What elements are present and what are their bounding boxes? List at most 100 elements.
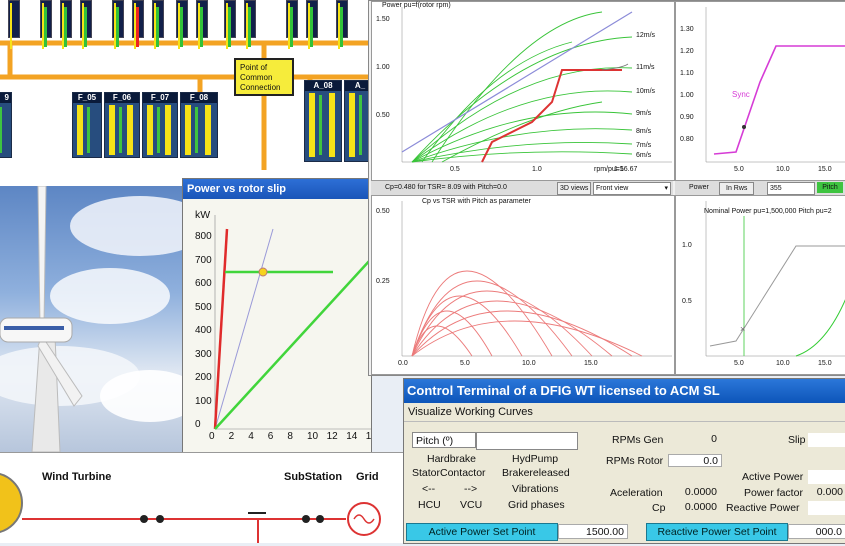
substation-label: SubStation [284,471,343,483]
x-tick-label: 5.0 [460,360,470,367]
x-tick-label: 10.0 [776,166,790,173]
y-tick-label: 0.5 [682,298,692,305]
acceleration-label: Aceleration [610,487,663,499]
wind-speed-label: 11m/s [636,64,655,71]
turbine-card[interactable] [196,0,208,49]
rpms-gen-value: 0 [711,433,717,445]
y-tick-label: 0.50 [376,208,390,215]
turbine-cluster-a08[interactable]: A_08 [304,80,342,162]
y-tick-label: 0.50 [376,112,390,119]
3d-views-button[interactable]: 3D views [557,182,592,195]
menu-visualize-working-curves[interactable]: Visualize Working Curves [404,403,845,422]
turbine-card[interactable] [224,0,236,49]
green-diagonal [214,258,371,430]
x-tick-label: 12 [326,431,338,442]
rpm-pu-footer: rpm/pu=16.67 [594,166,638,173]
rpms-rotor-value: 0.0 [668,454,722,467]
y-tick-label: 600 [195,278,212,289]
wind-speed-label: 7m/s [636,142,652,149]
power-factor-value: 0.000 [816,486,843,498]
pitch-toggle[interactable]: Pitch [817,182,843,193]
x-tick-label: 0 [209,431,215,442]
working-curves-window[interactable]: 12m/s 11m/s 10m/s 9m/s 8m/s 7m/s 6m/s 1.50 1.00… [368,0,845,376]
wind-turbine-label: Wind Turbine [42,471,112,483]
slip-window-title[interactable]: Power vs rotor slip [183,179,371,199]
rpms-gen-label: RPMs Gen [612,434,664,446]
x-tick-label: 6 [267,431,274,442]
turbine-card[interactable] [176,0,188,49]
turbine-cluster-a[interactable]: A_ [344,80,368,162]
wind-speed-label: 12m/s [636,32,656,39]
y-tick-label: 1.50 [376,16,390,23]
x-tick-label: 15.0 [584,360,598,367]
rpm-button[interactable]: In Rws [719,182,755,195]
turbine-card[interactable] [306,0,318,49]
control-terminal-window[interactable]: Control Terminal of a DFIG WT licensed t… [403,378,845,544]
vcu-button[interactable]: VCU [460,499,482,511]
nominal-power-title: Nominal Power pu=1,500,000 Pitch pu=2 [704,208,832,215]
turbine-card[interactable] [60,0,72,49]
turbine-cluster-f06[interactable]: F_06 [104,92,140,158]
speed-curve-svg [705,7,845,163]
cp-tsr-plot: Cp vs TSR with Pitch as parameter 0.50 0.… [371,195,675,375]
turbine-card[interactable] [8,0,20,49]
grid-phases-button[interactable]: Grid phases [508,499,565,511]
control-terminal-title[interactable]: Control Terminal of a DFIG WT licensed t… [404,379,845,403]
point-of-common-connection[interactable]: Point of Common Connection [234,58,294,96]
cluster-label: F_08 [181,93,217,103]
hcu-button[interactable]: HCU [418,499,441,511]
right-arrow-button[interactable]: --> [464,483,477,495]
reactive-power-set-point-button[interactable]: Reactive Power Set Point [646,523,788,541]
wind-speed-label: 6m/s [636,152,652,159]
vibrations-button[interactable]: Vibrations [512,483,559,495]
turbine-card[interactable] [112,0,124,49]
active-power-set-point-input[interactable]: 1500.00 [558,524,628,539]
cluster-label: F_07 [143,93,177,103]
turbine-cluster-f07[interactable]: F_07 [142,92,178,158]
slip-label: Slip [788,434,806,446]
pitch-value-field[interactable] [476,432,578,450]
y-tick-label: 800 [195,231,212,242]
hardbrake-button[interactable]: Hardbrake [427,453,476,465]
wind-farm-diagram: 9 F_05 F_06 F_07 F_08 A_08 A_ Point of C… [0,0,368,186]
x-tick-label: 4 [248,431,254,442]
cp-plot-title: Cp vs TSR with Pitch as parameter [422,198,531,205]
grid-label: Grid [356,471,379,483]
turbine-card[interactable] [286,0,298,49]
reactive-power-label: Reactive Power [726,502,800,514]
x-tick-label: 15.0 [818,166,832,173]
view-select[interactable]: Front view ▾ [593,182,671,195]
y-tick-label: 1.00 [376,64,390,71]
left-arrow-button[interactable]: <-- [422,483,435,495]
power-vs-slip-window[interactable]: Power vs rotor slip kW 800 700 600 500 400 30… [182,178,372,454]
x-tick-label: 15.0 [818,360,832,367]
red-curve [213,228,229,430]
turbine-card[interactable] [80,0,92,49]
y-tick-label: 100 [195,395,212,407]
acceleration-value: 0.0000 [684,486,717,498]
turbine-card[interactable] [132,0,144,49]
cluster-label: A_08 [305,81,341,91]
brake-released-button[interactable]: Brakereleased [502,467,570,479]
wind-speed-label: 8m/s [636,128,652,135]
y-tick-label: 700 [195,254,212,266]
y-tick-label: 1.00 [680,92,694,99]
x-tick-label: 5.0 [734,360,744,367]
turbine-card[interactable] [40,0,52,49]
nominal-power-plot: × Nominal Power pu=1,500,000 Pitch pu=2 … [675,195,845,375]
turbine-cluster[interactable]: 9 [0,92,12,158]
pitch-button[interactable]: Pitch (º) [412,432,476,448]
turbine-card[interactable] [336,0,348,49]
stator-contactor-button[interactable]: StatorContactor [412,467,486,479]
rpm-field[interactable]: 355 [767,182,815,195]
active-power-set-point-button[interactable]: Active Power Set Point [406,523,558,541]
y-tick-label: 400 [195,325,212,336]
y-tick-label: 200 [195,372,212,383]
turbine-card[interactable] [152,0,164,49]
turbine-card[interactable] [244,0,256,49]
turbine-cluster-f05[interactable]: F_05 [72,92,102,158]
cp-readout: Cp=0.480 for TSR= 8.09 with Pitch=0.0 [385,184,507,191]
turbine-cluster-f08[interactable]: F_08 [180,92,218,158]
hydpump-button[interactable]: HydPump [512,453,558,465]
reactive-power-set-point-input[interactable]: 000.0 [788,524,845,539]
